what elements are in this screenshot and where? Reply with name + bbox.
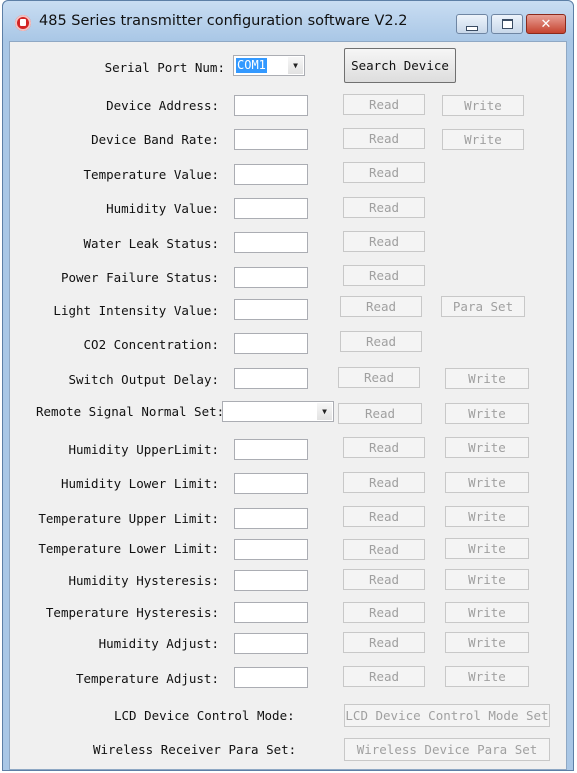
humidity-lower-limit-write-button[interactable]: Write: [445, 472, 529, 493]
temperature-hysteresis-label: Temperature Hysteresis:: [45, 605, 219, 620]
humidity-lower-limit-field[interactable]: [234, 473, 308, 494]
remote-signal-normal-set-read-button[interactable]: Read: [338, 403, 422, 424]
water-leak-status-field[interactable]: [234, 232, 308, 253]
light-intensity-value-label: Light Intensity Value:: [53, 303, 219, 318]
switch-output-delay-write-button[interactable]: Write: [445, 368, 529, 389]
humidity-upper-limit-read-button[interactable]: Read: [343, 437, 425, 458]
co2-concentration-read-button[interactable]: Read: [340, 331, 422, 352]
temperature-upper-limit-read-button[interactable]: Read: [343, 506, 425, 527]
humidity-adjust-read-button[interactable]: Read: [343, 632, 425, 653]
temperature-value-read-button[interactable]: Read: [343, 162, 425, 183]
device-address-read-button[interactable]: Read: [343, 94, 425, 115]
serial-port-value: COM1: [236, 58, 267, 73]
humidity-value-label: Humidity Value:: [106, 201, 219, 216]
temperature-adjust-field[interactable]: [234, 667, 308, 688]
remote-signal-normal-set-select[interactable]: ▼: [222, 401, 334, 422]
app-icon: [15, 15, 31, 31]
light-intensity-value-read-button[interactable]: Read: [340, 296, 422, 317]
wireless-device-para-set-button[interactable]: Wireless Device Para Set: [344, 738, 550, 761]
temperature-lower-limit-read-button[interactable]: Read: [343, 539, 425, 560]
humidity-hysteresis-label: Humidity Hysteresis:: [68, 573, 219, 588]
device-address-field[interactable]: [234, 95, 308, 116]
chevron-down-icon[interactable]: ▼: [288, 57, 303, 74]
switch-output-delay-field[interactable]: [234, 368, 308, 389]
power-failure-status-label: Power Failure Status:: [60, 270, 219, 285]
temperature-adjust-label: Temperature Adjust:: [76, 671, 219, 686]
device-band-rate-read-button[interactable]: Read: [343, 128, 425, 149]
maximize-button[interactable]: [491, 14, 523, 34]
light-intensity-para-set-button[interactable]: Para Set: [441, 296, 525, 317]
temperature-hysteresis-field[interactable]: [234, 602, 308, 623]
chevron-down-icon[interactable]: ▼: [317, 403, 332, 420]
remote-signal-normal-set-write-button[interactable]: Write: [445, 403, 529, 424]
window-title: 485 Series transmitter configuration sof…: [39, 13, 408, 29]
humidity-adjust-write-button[interactable]: Write: [445, 632, 529, 653]
temperature-lower-limit-write-button[interactable]: Write: [445, 538, 529, 559]
temperature-adjust-write-button[interactable]: Write: [445, 666, 529, 687]
switch-output-delay-label: Switch Output Delay:: [68, 372, 219, 387]
water-leak-status-read-button[interactable]: Read: [343, 231, 425, 252]
search-device-button[interactable]: Search Device: [344, 48, 456, 83]
temperature-hysteresis-read-button[interactable]: Read: [343, 602, 425, 623]
power-failure-status-field[interactable]: [234, 267, 308, 288]
temperature-lower-limit-field[interactable]: [234, 539, 308, 560]
wireless-receiver-para-set-label: Wireless Receiver Para Set:: [93, 742, 297, 757]
close-icon: ✕: [540, 16, 552, 32]
minimize-button[interactable]: [456, 14, 488, 34]
humidity-adjust-field[interactable]: [234, 633, 308, 654]
app-window: 485 Series transmitter configuration sof…: [2, 0, 574, 771]
light-intensity-value-field[interactable]: [234, 299, 308, 320]
humidity-lower-limit-read-button[interactable]: Read: [343, 472, 425, 493]
temperature-upper-limit-label: Temperature Upper Limit:: [38, 511, 219, 526]
humidity-upper-limit-label: Humidity UpperLimit:: [68, 442, 219, 457]
humidity-hysteresis-field[interactable]: [234, 570, 308, 591]
minimize-icon: [466, 25, 478, 31]
humidity-upper-limit-write-button[interactable]: Write: [445, 437, 529, 458]
temperature-lower-limit-label: Temperature Lower Limit:: [38, 541, 219, 556]
water-leak-status-label: Water Leak Status:: [83, 236, 219, 251]
device-band-rate-write-button[interactable]: Write: [442, 129, 524, 150]
serial-port-label: Serial Port Num:: [104, 60, 225, 75]
client-area: Serial Port Num: COM1 ▼ Search Device De…: [9, 41, 567, 770]
maximize-icon: [501, 19, 513, 29]
device-address-label: Device Address:: [106, 98, 219, 113]
lcd-device-control-mode-set-button[interactable]: LCD Device Control Mode Set: [344, 704, 550, 727]
temperature-upper-limit-field[interactable]: [234, 508, 308, 529]
humidity-lower-limit-label: Humidity Lower Limit:: [60, 476, 219, 491]
humidity-hysteresis-write-button[interactable]: Write: [445, 569, 529, 590]
remote-signal-normal-set-label: Remote Signal Normal Set:: [36, 404, 225, 419]
close-button[interactable]: ✕: [526, 14, 566, 34]
switch-output-delay-read-button[interactable]: Read: [338, 367, 420, 388]
humidity-value-field[interactable]: [234, 198, 308, 219]
temperature-value-label: Temperature Value:: [83, 167, 219, 182]
device-address-write-button[interactable]: Write: [442, 95, 524, 116]
temperature-hysteresis-write-button[interactable]: Write: [445, 602, 529, 623]
co2-concentration-field[interactable]: [234, 333, 308, 354]
power-failure-status-read-button[interactable]: Read: [343, 265, 425, 286]
humidity-adjust-label: Humidity Adjust:: [98, 636, 219, 651]
humidity-hysteresis-read-button[interactable]: Read: [343, 569, 425, 590]
co2-concentration-label: CO2 Concentration:: [83, 337, 219, 352]
temperature-adjust-read-button[interactable]: Read: [343, 666, 425, 687]
temperature-value-field[interactable]: [234, 164, 308, 185]
humidity-upper-limit-field[interactable]: [234, 439, 308, 460]
device-band-rate-label: Device Band Rate:: [91, 132, 219, 147]
device-band-rate-field[interactable]: [234, 129, 308, 150]
serial-port-select[interactable]: COM1 ▼: [233, 55, 305, 76]
temperature-upper-limit-write-button[interactable]: Write: [445, 506, 529, 527]
title-bar[interactable]: 485 Series transmitter configuration sof…: [3, 1, 573, 41]
lcd-device-control-mode-label: LCD Device Control Mode:: [114, 708, 295, 723]
humidity-value-read-button[interactable]: Read: [343, 197, 425, 218]
